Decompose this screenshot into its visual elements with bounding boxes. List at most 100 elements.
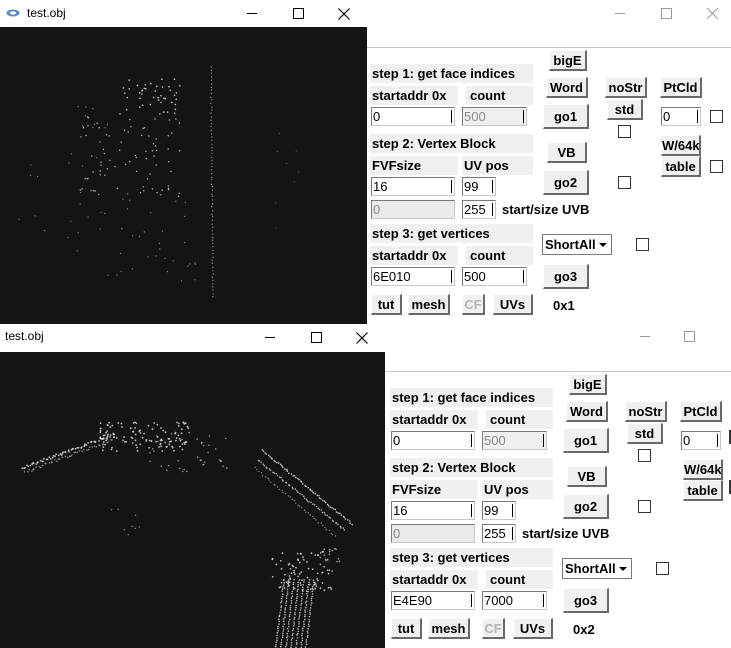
big-endian-button[interactable]: bigE: [569, 374, 607, 395]
face-startaddr-input[interactable]: 0: [391, 431, 475, 450]
maximize-icon: [660, 8, 672, 19]
uvs-button[interactable]: UVs: [493, 294, 533, 315]
point-cloud-button[interactable]: PtCld: [660, 77, 702, 98]
point-cloud-button[interactable]: PtCld: [680, 401, 722, 422]
mesh-button[interactable]: mesh: [408, 294, 450, 315]
fvfsize-input[interactable]: 16: [391, 501, 475, 520]
format-checkbox[interactable]: [656, 562, 669, 575]
word-button[interactable]: Word: [546, 77, 588, 98]
result-text: 0x1: [553, 298, 575, 313]
pointcloud-input[interactable]: 0: [681, 431, 721, 450]
std-button[interactable]: std: [627, 423, 663, 444]
step3-label: step 3: get vertices: [370, 224, 533, 243]
viewer-top-maximize-button[interactable]: [275, 0, 321, 27]
std-checkbox[interactable]: [638, 449, 651, 462]
vertex-startaddr-input[interactable]: E4E90: [391, 591, 475, 610]
uvs-button[interactable]: UVs: [513, 618, 553, 639]
tut-button[interactable]: tut: [391, 618, 422, 639]
go2-button[interactable]: go2: [563, 494, 609, 519]
minimize-icon: [614, 13, 625, 14]
no-strip-button[interactable]: noStr: [625, 401, 667, 422]
tool-maximize-button[interactable]: [643, 0, 689, 27]
face-startaddr-input[interactable]: 0: [371, 107, 455, 126]
go3-button[interactable]: go3: [543, 264, 589, 289]
std-checkbox[interactable]: [618, 125, 631, 138]
pointcloud-input[interactable]: 0: [661, 107, 701, 126]
tool2-minimize-button[interactable]: [622, 323, 668, 350]
format-select[interactable]: ShortAll: [562, 558, 632, 579]
tool-minimize-button[interactable]: [597, 0, 643, 27]
std-button[interactable]: std: [607, 99, 643, 120]
uvb-size-input[interactable]: 255: [462, 200, 496, 219]
uvpos-input[interactable]: 99: [482, 501, 516, 520]
close-icon: [706, 8, 718, 19]
cf-button[interactable]: CF: [482, 618, 505, 639]
face-count-input[interactable]: 500: [482, 431, 547, 450]
window-title: test.obj: [5, 329, 44, 343]
table-checkbox[interactable]: [710, 160, 723, 173]
w64k-button[interactable]: W/64k: [683, 459, 723, 480]
go1-button[interactable]: go1: [563, 428, 609, 453]
viewport-bottom[interactable]: [0, 352, 385, 648]
tut-button[interactable]: tut: [371, 294, 402, 315]
big-endian-button[interactable]: bigE: [549, 50, 587, 71]
startaddr-label: startaddr 0x: [390, 410, 478, 429]
go2-checkbox[interactable]: [638, 500, 651, 513]
w64k-button[interactable]: W/64k: [661, 135, 701, 156]
face-count-input[interactable]: 500: [462, 107, 527, 126]
step2-label: step 2: Vertex Block: [370, 134, 533, 153]
count-label: count: [466, 86, 533, 105]
maximize-icon: [310, 332, 322, 343]
count3-label: count: [486, 570, 553, 589]
viewer-bottom-close-button[interactable]: [339, 324, 385, 351]
tool-close-button[interactable]: [689, 0, 731, 27]
fvfsize-input[interactable]: 16: [371, 177, 455, 196]
vertex-startaddr-input[interactable]: 6E010: [371, 267, 455, 286]
maximize-icon: [292, 8, 304, 19]
cf-button[interactable]: CF: [462, 294, 485, 315]
go3-button[interactable]: go3: [563, 588, 609, 613]
go2-button[interactable]: go2: [543, 170, 589, 195]
viewer-bottom-minimize-button[interactable]: [247, 324, 293, 351]
viewport-top[interactable]: [0, 27, 367, 325]
point-cloud-top: [18, 66, 300, 298]
step3-label: step 3: get vertices: [390, 548, 553, 567]
uvb-size-input[interactable]: 255: [482, 524, 516, 543]
go2-checkbox[interactable]: [618, 176, 631, 189]
table-button[interactable]: table: [661, 156, 701, 177]
result-text: 0x2: [573, 622, 595, 637]
count3-label: count: [466, 246, 533, 265]
startaddr3-label: startaddr 0x: [390, 570, 478, 589]
no-strip-button[interactable]: noStr: [605, 77, 647, 98]
uvb-label: start/size UVB: [502, 202, 590, 217]
control-panel-top: bigE step 1: get face indices Word noStr…: [367, 48, 731, 325]
viewer-top-minimize-button[interactable]: [229, 0, 275, 27]
uvpos-input[interactable]: 99: [462, 177, 496, 196]
uvb-start-input[interactable]: 0: [391, 524, 475, 543]
vertex-count-input[interactable]: 500: [462, 267, 527, 286]
minimize-icon: [246, 13, 257, 14]
go1-button[interactable]: go1: [543, 104, 589, 129]
mesh-button[interactable]: mesh: [428, 618, 470, 639]
pointcloud-checkbox[interactable]: [710, 110, 723, 123]
word-button[interactable]: Word: [566, 401, 608, 422]
table-button[interactable]: table: [683, 480, 723, 501]
viewer-bottom-maximize-button[interactable]: [293, 324, 339, 351]
uvb-start-input[interactable]: 0: [371, 200, 455, 219]
vb-button[interactable]: VB: [567, 466, 607, 487]
startaddr-label: startaddr 0x: [370, 86, 458, 105]
viewer-top-close-button[interactable]: [321, 0, 367, 27]
viewer-window-top: test.obj: [0, 0, 367, 325]
chevron-down-icon: [599, 243, 607, 247]
vertex-count-input[interactable]: 7000: [482, 591, 547, 610]
viewer-bottom-titlebar[interactable]: test.obj: [0, 324, 385, 352]
tool2-maximize-button[interactable]: [666, 323, 712, 350]
chevron-down-icon: [619, 567, 627, 571]
format-select[interactable]: ShortAll: [542, 234, 612, 255]
step2-label: step 2: Vertex Block: [390, 458, 553, 477]
vb-button[interactable]: VB: [547, 142, 587, 163]
viewer-window-bottom: test.obj: [0, 324, 385, 648]
format-checkbox[interactable]: [636, 238, 649, 251]
viewer-top-titlebar[interactable]: test.obj: [0, 0, 367, 27]
startaddr3-label: startaddr 0x: [370, 246, 458, 265]
